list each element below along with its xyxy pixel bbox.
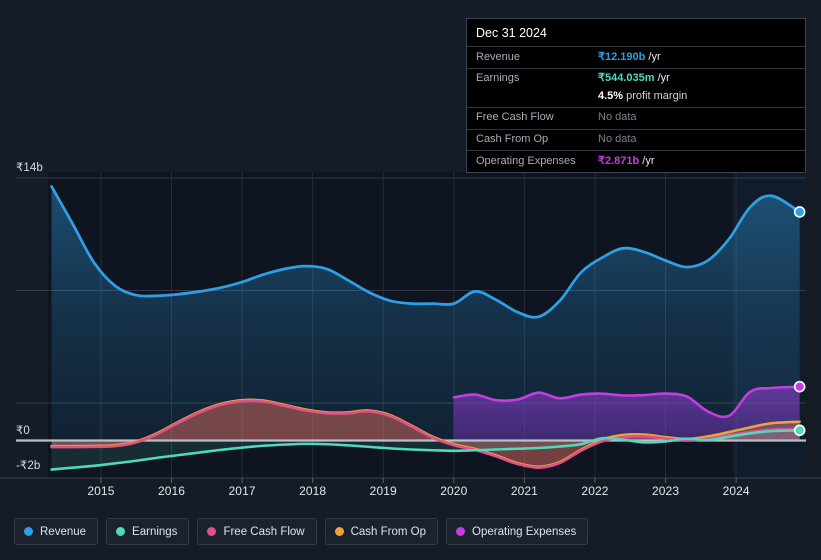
legend-item-revenue[interactable]: Revenue [14,518,99,545]
legend-color-dot-icon [116,527,126,536]
tooltip-row-unit: /yr [654,72,670,85]
tooltip-row: Revenue ₹12.190b /yr [467,46,805,69]
tooltip-row-value: No data [589,128,805,151]
legend-color-dot-icon [24,527,33,536]
legend-color-dot-icon [456,527,466,536]
y-axis-label-bottom: -₹2b [16,460,41,472]
tooltip-row-amount: ₹12.190b [598,50,646,63]
tooltip-row-unit: /yr [639,154,655,167]
tooltip-row-value: 4.5% profit margin [589,90,805,108]
x-axis-label-2021: 2021 [510,484,538,498]
tooltip-row-label: Revenue [467,46,589,69]
tooltip-row-value: ₹2.871b /yr [589,150,805,172]
tooltip-row: Free Cash Flow No data [467,106,805,129]
legend-item-label: Cash From Op [350,525,427,538]
earnings-endpoint-marker[interactable] [793,424,806,437]
legend-item-free-cash-flow[interactable]: Free Cash Flow [197,518,317,545]
legend-color-dot-icon [334,527,344,536]
y-axis-label-zero: ₹0 [16,425,30,437]
tooltip-row-amount: ₹2.871b [598,154,640,167]
operating-expenses-endpoint-marker[interactable] [793,380,806,393]
y-axis-label-top: ₹14b [16,162,43,174]
x-axis-label-2019: 2019 [369,484,397,498]
tooltip-row-label: Cash From Op [467,128,589,151]
tooltip-row-value: No data [589,106,805,129]
chart-tooltip: Dec 31 2024 Revenue ₹12.190b /yr Earnings ₹… [466,18,806,173]
x-axis-label-2020: 2020 [440,484,468,498]
tooltip-row-value: ₹12.190b /yr [589,46,805,69]
tooltip-row-label: Operating Expenses [467,150,589,172]
legend-item-label: Earnings [132,525,178,538]
tooltip-row: 4.5% profit margin [467,90,805,108]
legend-item-label: Free Cash Flow [223,525,305,538]
x-axis-label-2016: 2016 [157,484,186,498]
tooltip-row-label: Earnings [467,67,589,90]
tooltip-row-unit: profit margin [623,89,688,102]
legend-color-dot-icon [207,527,217,536]
x-axis-label-2023: 2023 [651,484,680,498]
tooltip-row-amount: 4.5% [598,89,624,102]
tooltip-row: Operating Expenses ₹2.871b /yr [467,150,805,172]
legend-item-operating-expenses[interactable]: Operating Expenses [446,518,589,545]
tooltip-table: Revenue ₹12.190b /yr Earnings ₹544.035m /yr… [467,46,805,172]
x-axis-label-2024: 2024 [722,484,750,498]
x-axis-label-2022: 2022 [581,484,609,498]
tooltip-row-label [467,90,589,108]
x-axis-label-2015: 2015 [87,484,115,498]
x-axis-label-2018: 2018 [299,484,327,498]
chart-legend: Revenue Earnings Free Cash Flow Cash From O… [14,518,589,545]
x-axis-label-2017: 2017 [228,484,256,498]
legend-item-cash-from-op[interactable]: Cash From Op [324,518,439,545]
chart-page: ₹14b ₹0 -₹2b 2015 2016 2017 2018 2019 2020 202… [0,0,821,560]
tooltip-row-amount: No data [598,111,637,124]
tooltip-row: Cash From Op No data [467,128,805,151]
revenue-endpoint-marker[interactable] [793,206,806,218]
tooltip-date: Dec 31 2024 [476,26,547,40]
tooltip-row-label: Free Cash Flow [467,106,589,129]
legend-item-label: Revenue [40,525,87,538]
legend-item-label: Operating Expenses [472,525,577,538]
tooltip-row-amount: ₹544.035m [598,72,655,85]
tooltip-row-value: ₹544.035m /yr [589,67,805,90]
tooltip-row-unit: /yr [645,50,661,63]
tooltip-row: Earnings ₹544.035m /yr [467,67,805,90]
legend-item-earnings[interactable]: Earnings [106,518,190,545]
tooltip-row-amount: No data [598,133,637,145]
